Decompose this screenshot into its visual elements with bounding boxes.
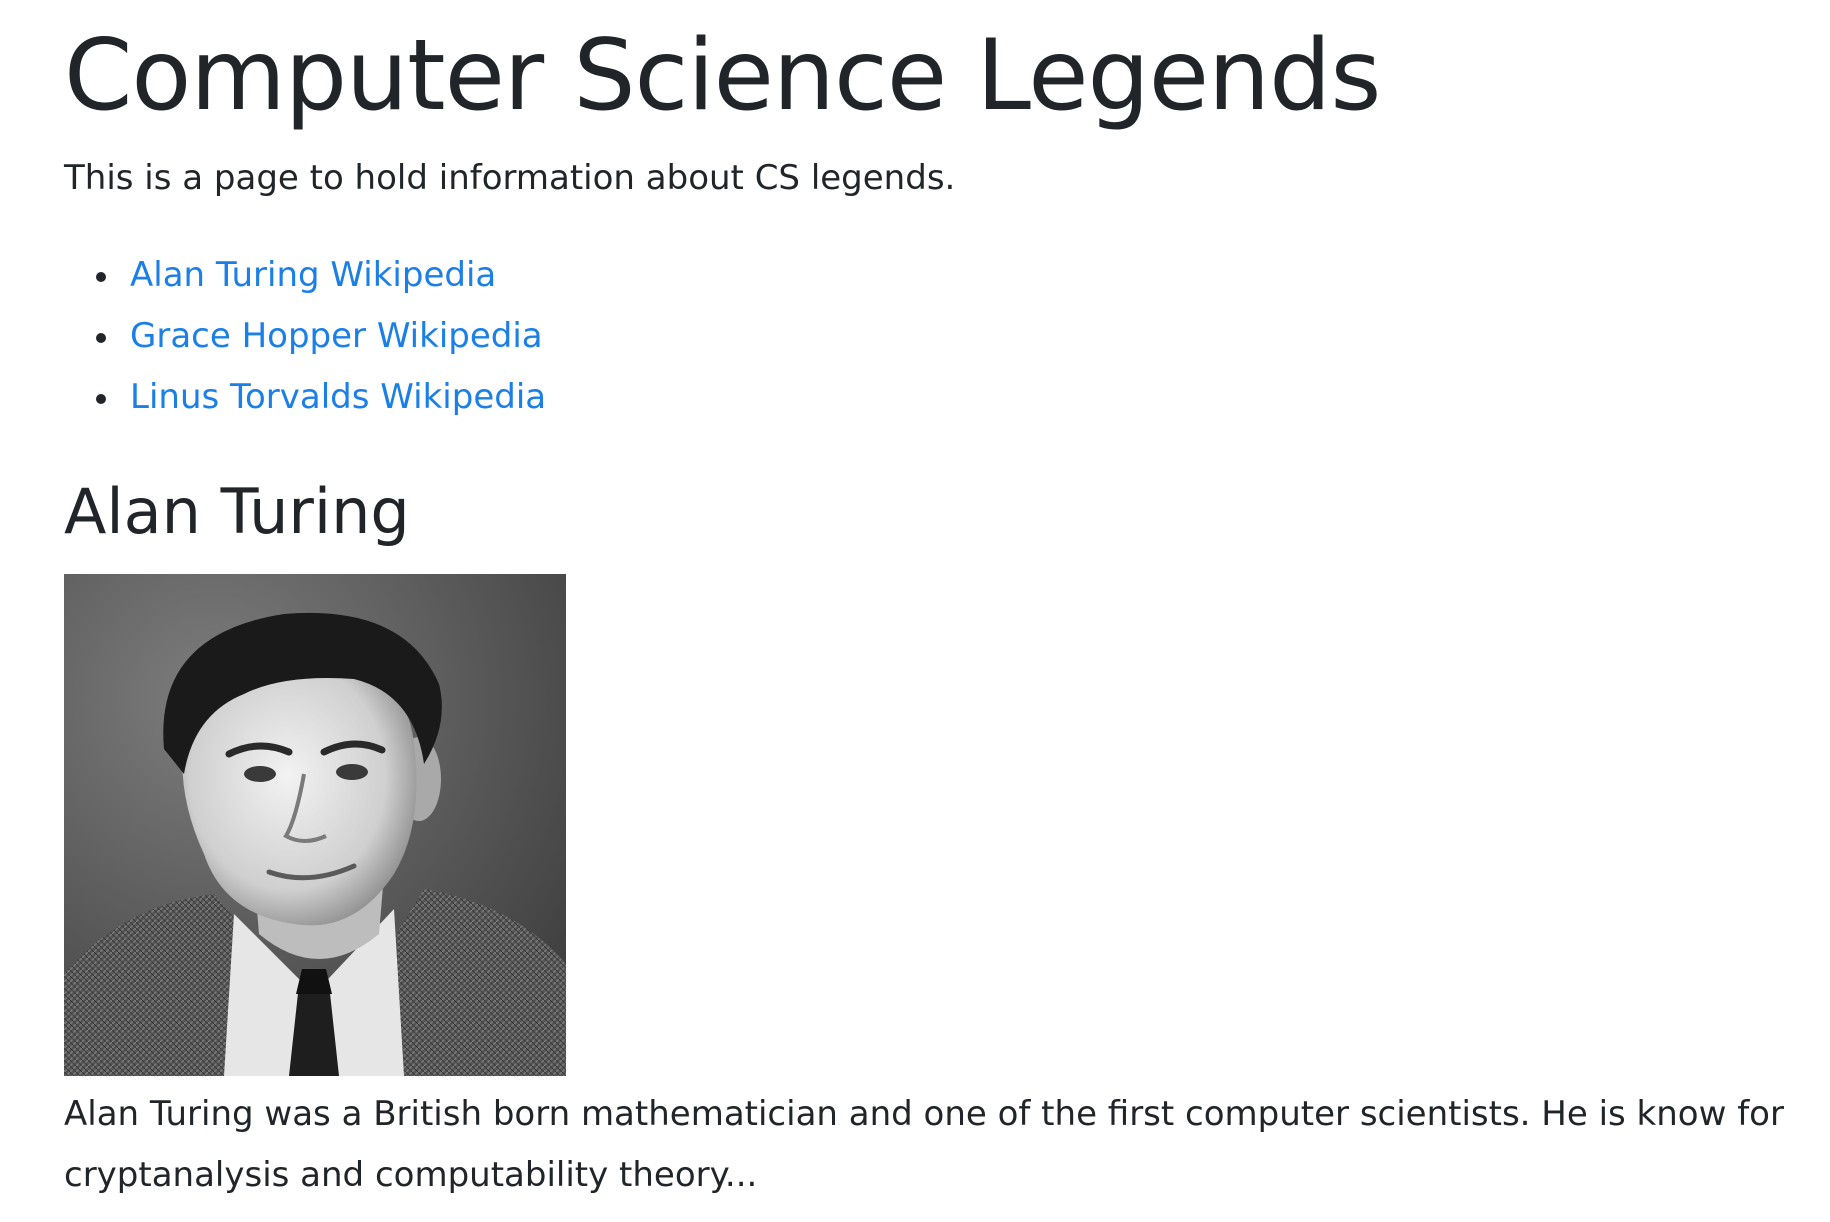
page-title: Computer Science Legends bbox=[64, 19, 1381, 133]
intro-text: This is a page to hold information about… bbox=[64, 158, 956, 198]
wikipedia-link-list: Alan Turing Wikipedia Grace Hopper Wikip… bbox=[96, 252, 546, 435]
list-item: Grace Hopper Wikipedia bbox=[96, 313, 546, 374]
grace-hopper-wikipedia-link[interactable]: Grace Hopper Wikipedia bbox=[130, 316, 543, 356]
section-title: Alan Turing bbox=[64, 475, 410, 548]
bio-text: Alan Turing was a British born mathemati… bbox=[64, 1094, 1784, 1196]
list-item: Alan Turing Wikipedia bbox=[96, 252, 546, 313]
bullet-icon bbox=[96, 272, 106, 282]
alan-turing-portrait bbox=[64, 574, 566, 1076]
alan-turing-wikipedia-link[interactable]: Alan Turing Wikipedia bbox=[130, 255, 496, 295]
bullet-icon bbox=[96, 394, 106, 404]
bullet-icon bbox=[96, 333, 106, 343]
linus-torvalds-wikipedia-link[interactable]: Linus Torvalds Wikipedia bbox=[130, 377, 546, 417]
list-item: Linus Torvalds Wikipedia bbox=[96, 374, 546, 435]
